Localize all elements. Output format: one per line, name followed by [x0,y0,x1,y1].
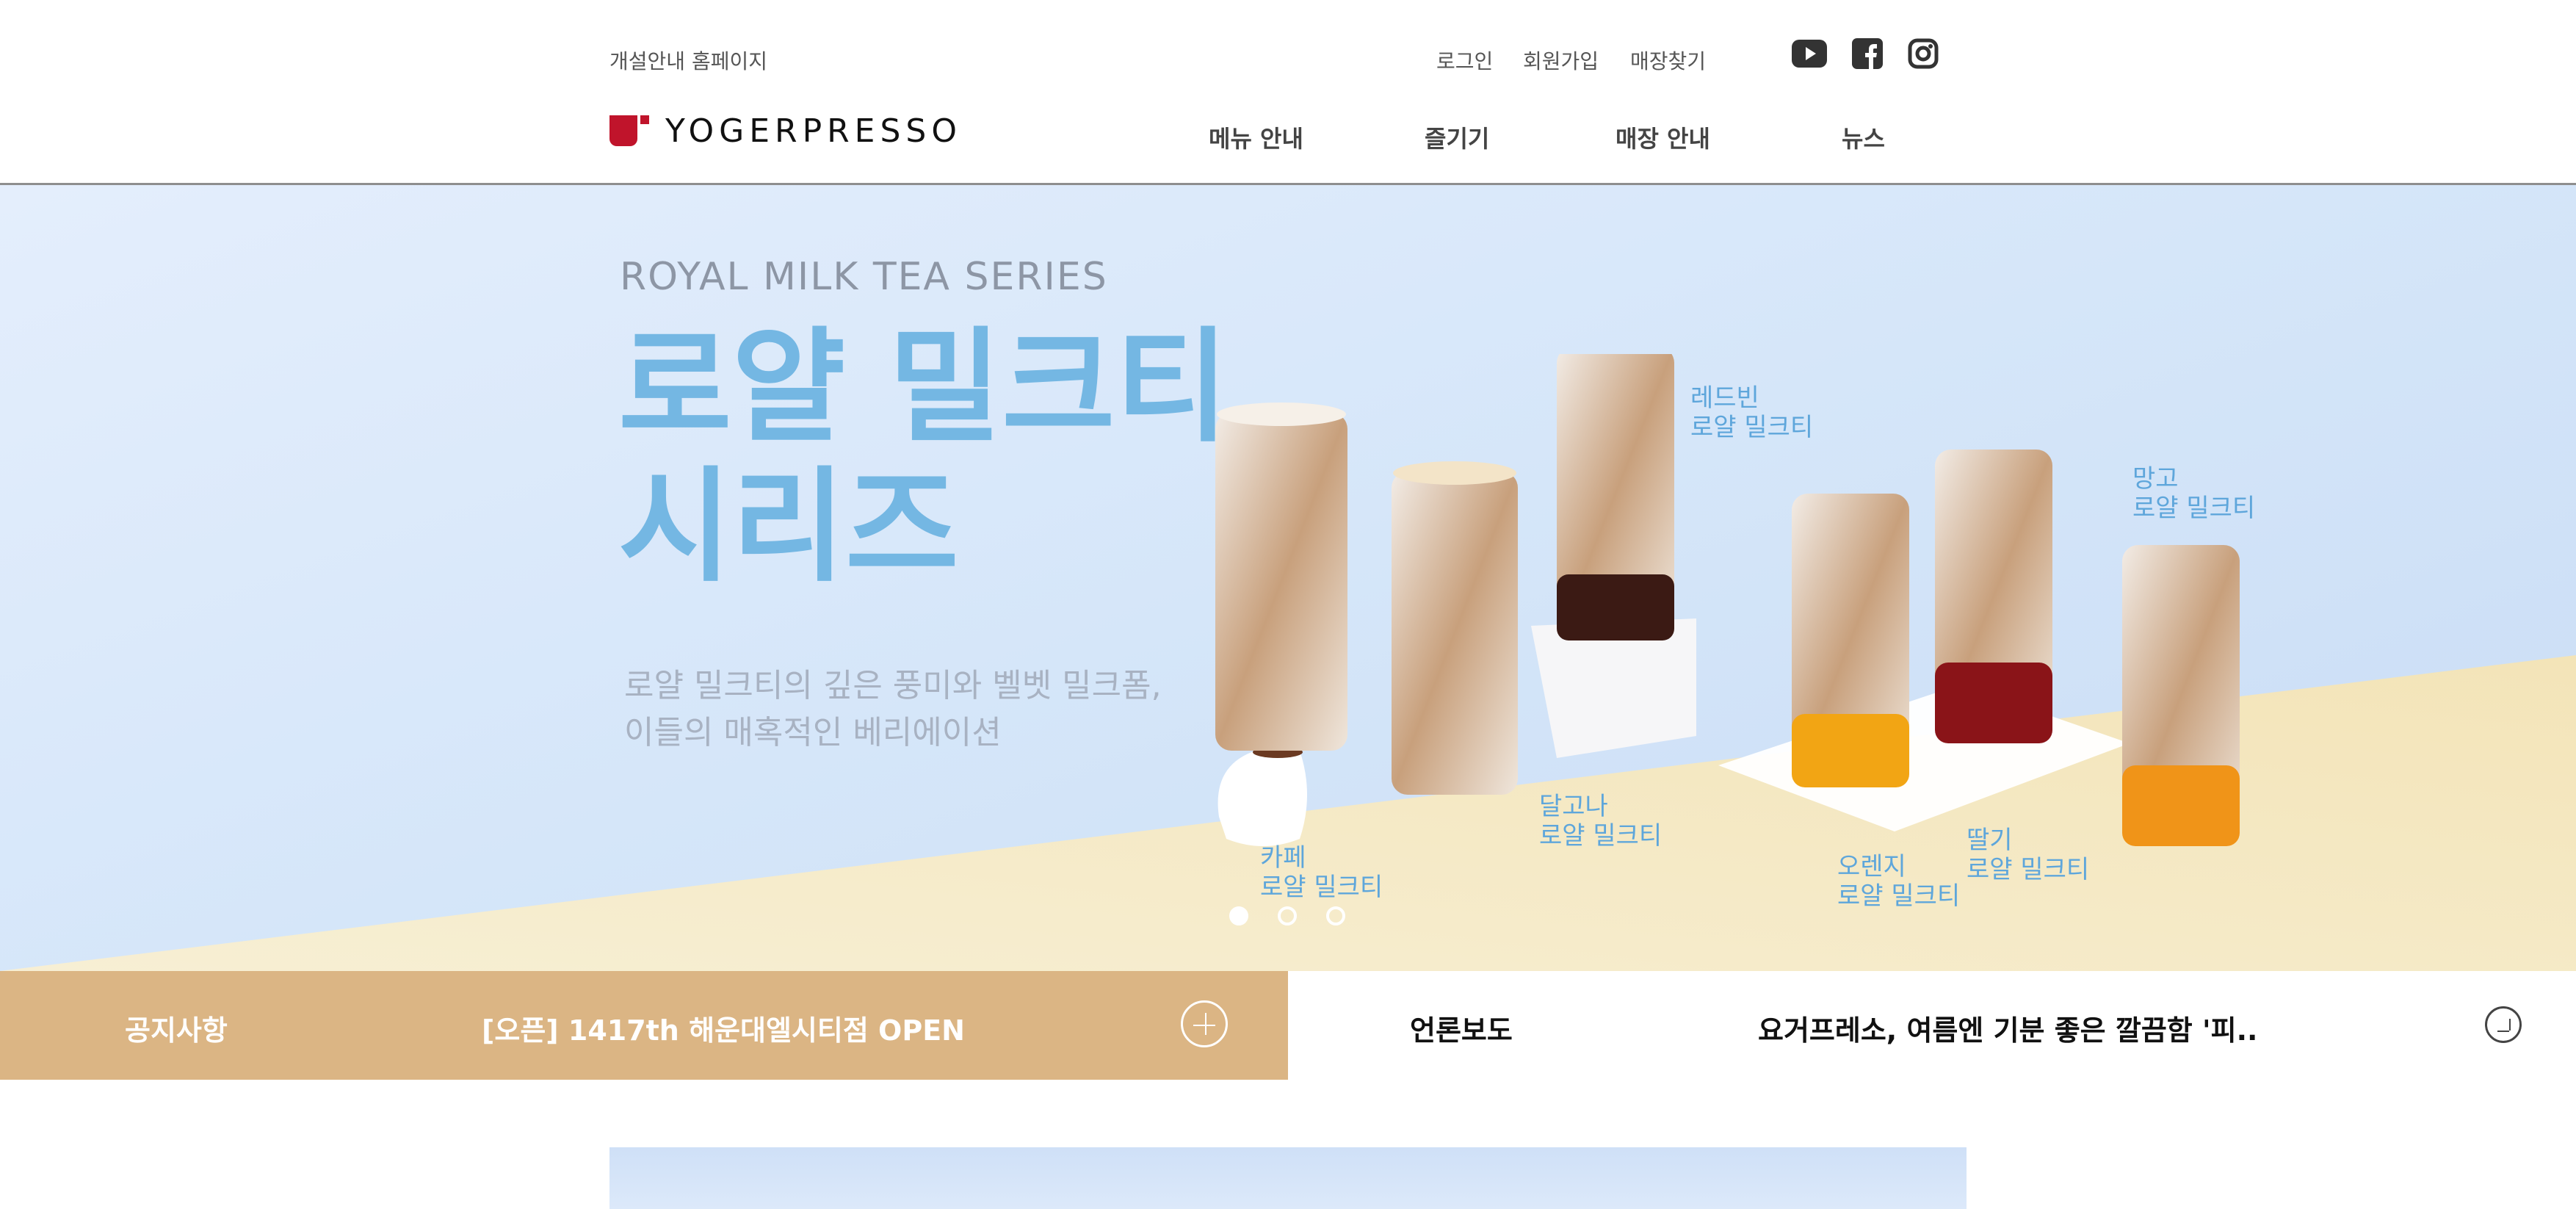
press-bar: 언론보도 요거프레소, 여름엔 기분 좋은 깔끔함 '피.. [1288,971,2576,1080]
label-strawberry-name: 딸기 [1967,826,2013,855]
notice-more-icon[interactable] [1181,1000,1228,1047]
label-mango-sub: 로얄 밀크티 [2132,494,2256,523]
label-orange: 오렌지 로얄 밀크티 [1837,852,1960,911]
hero-desc-line1: 로얄 밀크티의 깊은 풍미와 벨벳 밀크폼, [624,667,1162,704]
slider-dot-2[interactable] [1278,906,1297,925]
label-mango: 망고 로얄 밀크티 [2132,464,2255,523]
press-headline[interactable]: 요거프레소, 여름엔 기분 좋은 깔끔함 '피.. [1758,1008,2257,1048]
logo-mark-icon [609,115,649,146]
next-section-banner[interactable] [609,1147,1967,1209]
logo-text: YOGERPRESSO [665,112,962,150]
notice-headline[interactable]: [오픈] 1417th 해운대엘시티점 OPEN [482,1008,965,1048]
nav-menu[interactable]: 메뉴 안내 [1209,120,1303,154]
label-orange-sub: 로얄 밀크티 [1837,881,1961,911]
label-redbean-name: 레드빈 [1690,383,1759,413]
label-orange-name: 오렌지 [1837,852,1906,881]
label-redbean-sub: 로얄 밀크티 [1690,413,1814,442]
label-redbean: 레드빈 로얄 밀크티 [1690,383,1813,442]
hero-desc-line2: 이들의 매혹적인 베리에이션 [624,714,1002,751]
login-link[interactable]: 로그인 [1436,46,1493,75]
label-cafe: 카페 로얄 밀크티 [1260,843,1383,902]
hero-subtitle: ROYAL MILK TEA SERIES [620,255,1108,299]
hero-banner[interactable]: ROYAL MILK TEA SERIES 로얄 밀크티 시리즈 로얄 밀크티의… [0,185,2576,971]
site-header: 개설안내 홈페이지 로그인 회원가입 매장찾기 YOGERPRESSO 메뉴 안… [0,0,2576,185]
slider-dot-3[interactable] [1326,906,1345,925]
nav-news[interactable]: 뉴스 [1842,120,1885,154]
notice-bar: 공지사항 [오픈] 1417th 해운대엘시티점 OPEN [0,971,1288,1080]
facebook-icon[interactable] [1852,38,1887,69]
label-strawberry-sub: 로얄 밀크티 [1967,855,2090,884]
hero-description: 로얄 밀크티의 깊은 풍미와 벨벳 밀크폼, 이들의 매혹적인 베리에이션 [624,663,1162,757]
store-finder-link[interactable]: 매장찾기 [1630,46,1706,75]
label-strawberry: 딸기 로얄 밀크티 [1967,826,2089,884]
slider-dot-1[interactable] [1229,906,1248,925]
signup-link[interactable]: 회원가입 [1523,46,1599,75]
youtube-icon[interactable] [1792,38,1827,69]
label-cafe-sub: 로얄 밀크티 [1260,873,1383,902]
label-dalgona: 달고나 로얄 밀크티 [1539,792,1662,851]
nav-store[interactable]: 매장 안내 [1616,120,1710,154]
label-dalgona-sub: 로얄 밀크티 [1539,821,1663,851]
label-cafe-name: 카페 [1260,843,1306,873]
nav-enjoy[interactable]: 즐기기 [1425,120,1489,154]
yogerpresso-logo[interactable]: YOGERPRESSO [609,112,962,150]
instagram-icon[interactable] [1908,38,1943,69]
press-more-icon[interactable] [2485,1006,2522,1043]
label-mango-name: 망고 [2132,464,2179,494]
notice-label: 공지사항 [125,1014,228,1047]
open-guide-link[interactable]: 개설안내 홈페이지 [609,46,767,75]
press-label: 언론보도 [1410,1014,1513,1047]
label-dalgona-name: 달고나 [1539,792,1608,821]
